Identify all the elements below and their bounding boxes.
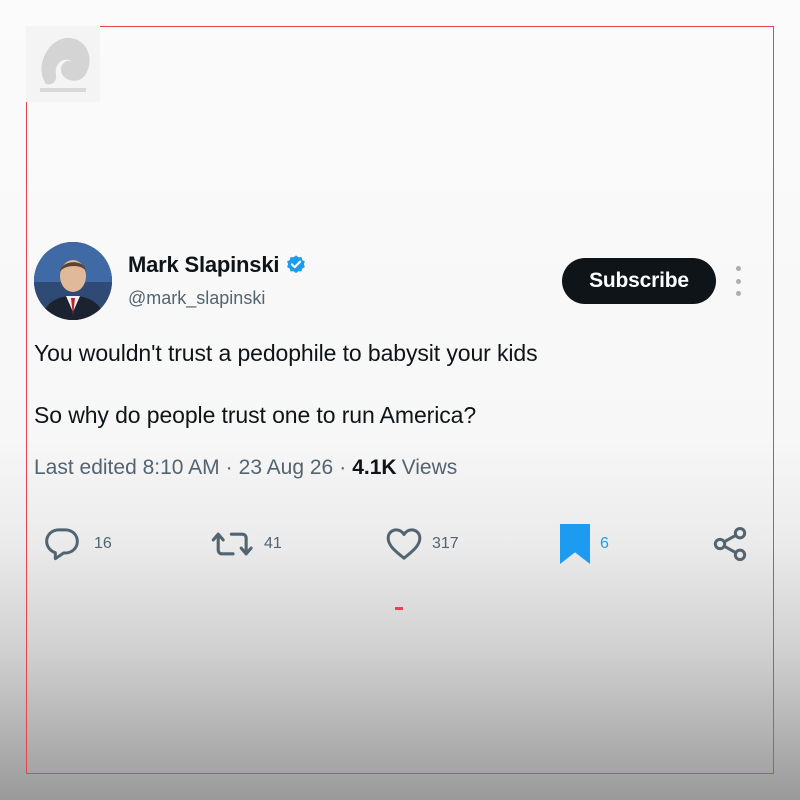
meta-separator: ·	[225, 456, 233, 479]
reply-count: 16	[94, 535, 112, 552]
red-frame-border	[26, 26, 774, 774]
tweet-text-line-1: You wouldn't trust a pedophile to babysi…	[34, 340, 538, 366]
heart-icon	[384, 524, 424, 564]
views-count: 4.1K	[352, 456, 397, 479]
tweet-text-line-2: So why do people trust one to run Americ…	[34, 402, 477, 428]
red-dash-mark	[395, 607, 403, 610]
verified-badge-icon	[285, 254, 307, 276]
brand-logo-icon	[26, 26, 100, 102]
reply-button[interactable]: 16	[42, 522, 112, 566]
author-name-row: Mark Slapinski	[128, 252, 307, 278]
reply-icon	[42, 524, 82, 564]
retweet-button[interactable]: 41	[210, 522, 282, 566]
bookmark-icon	[558, 522, 592, 566]
author-name[interactable]: Mark Slapinski	[128, 252, 279, 278]
edited-time[interactable]: Last edited 8:10 AM	[34, 456, 220, 480]
share-icon	[710, 524, 750, 564]
meta-separator: ·	[339, 456, 347, 479]
more-vertical-icon[interactable]	[731, 266, 745, 296]
avatar[interactable]	[34, 242, 112, 320]
retweet-icon	[210, 524, 256, 564]
post-date[interactable]: 23 Aug 26	[239, 456, 334, 480]
views-label: Views	[401, 456, 458, 479]
subscribe-button[interactable]: Subscribe	[562, 258, 716, 304]
like-button[interactable]: 317	[384, 522, 459, 566]
tweet-meta: Last edited 8:10 AM · 23 Aug 26 · 4.1K V…	[34, 456, 457, 480]
bookmark-count: 6	[600, 535, 609, 552]
author-handle[interactable]: @mark_slapinski	[128, 288, 265, 309]
like-count: 317	[432, 535, 459, 552]
bookmark-button[interactable]: 6	[558, 522, 609, 566]
share-button[interactable]	[710, 522, 750, 566]
retweet-count: 41	[264, 535, 282, 552]
